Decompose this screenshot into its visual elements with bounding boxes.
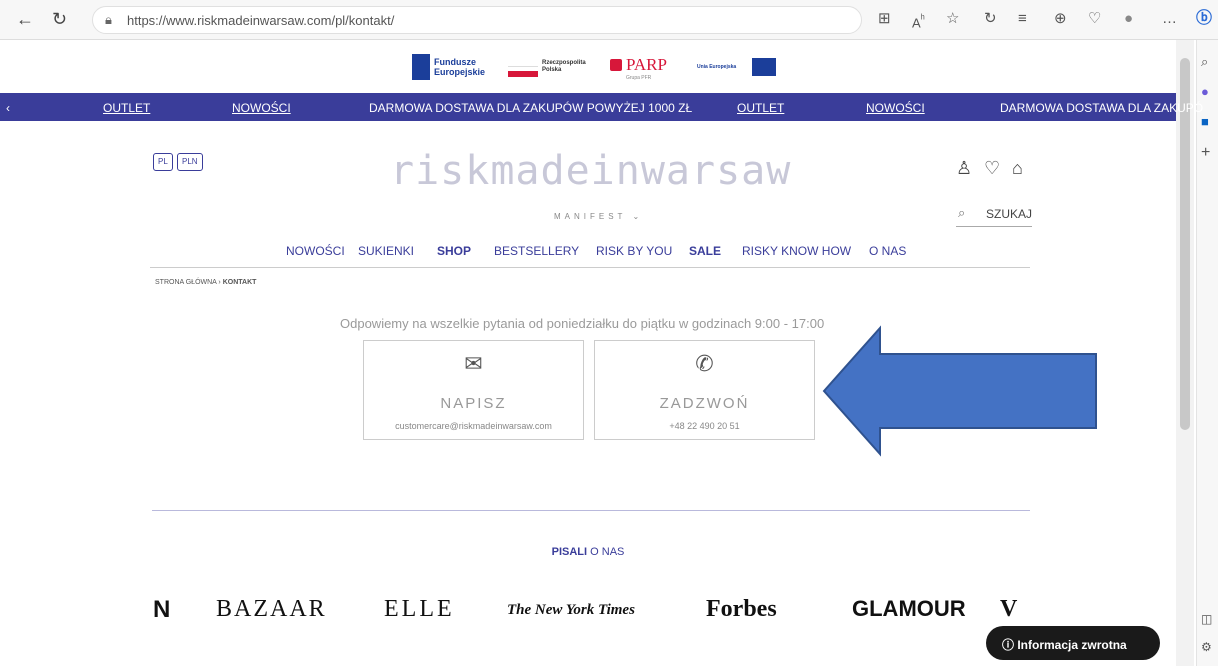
email-card-title: NAPISZ <box>440 395 507 412</box>
nav-item-nowosci[interactable]: NOWOŚCI <box>286 244 345 258</box>
promo-link-outlet[interactable]: OUTLET <box>103 101 150 115</box>
phone-number[interactable]: +48 22 490 20 51 <box>595 421 814 431</box>
chevron-down-icon: ⌄ <box>626 212 644 221</box>
collections-icon[interactable]: ⊕ <box>1054 11 1067 27</box>
cart-bag-icon[interactable]: ⌂ <box>1012 158 1023 179</box>
promo-link-outlet-2[interactable]: OUTLET <box>737 101 784 115</box>
press-heading: PISALI O NAS <box>0 546 1176 558</box>
main-navigation: NOWOŚCI SUKIENKI SHOP BESTSELLERY RISK B… <box>150 244 1030 268</box>
performance-icon[interactable]: ♡ <box>1088 11 1101 27</box>
fundusze-label: Fundusze Europejskie <box>434 57 486 77</box>
search-field[interactable]: ⌕ SZUKAJ <box>956 205 1032 227</box>
envelope-icon: ✉ <box>464 351 483 376</box>
favorites-list-icon[interactable]: ≡ <box>1018 11 1027 27</box>
extensions-icon[interactable]: ↻ <box>984 11 997 27</box>
press-heading-bold: PISALI <box>551 546 588 558</box>
nav-item-sukienki[interactable]: SUKIENKI <box>358 244 414 258</box>
nav-item-risk-by-you[interactable]: RISK BY YOU <box>596 244 672 258</box>
promo-ticker: ‹ OUTLET NOWOŚCI DARMOWA DOSTAWA DLA ZAK… <box>0 93 1203 121</box>
promo-link-nowosci-2[interactable]: NOWOŚCI <box>866 101 925 115</box>
site-logo[interactable]: riskmadeinwarsaw <box>390 148 791 194</box>
search-icon: ⌕ <box>958 205 966 220</box>
email-contact-card[interactable]: ✉ NAPISZ customercare@riskmadeinwarsaw.c… <box>363 340 584 440</box>
press-logo-nyt: The New York Times <box>507 602 635 618</box>
promo-free-shipping-2: DARMOWA DOSTAWA DLA ZAKUPÓ <box>1000 101 1204 115</box>
breadcrumb: STRONA GŁÓWNA › KONTAKT <box>155 279 256 286</box>
feedback-label: Informacja zwrotna <box>1017 638 1127 652</box>
manifest-label: MANIFEST <box>554 212 627 221</box>
phone-card-title: ZADZWOŃ <box>659 395 750 412</box>
press-logo-glamour: GLAMOUR <box>852 596 966 621</box>
parp-sub-label: Grupa PFR <box>626 75 652 81</box>
outlook-icon[interactable]: ■ <box>1201 114 1209 129</box>
refresh-icon[interactable]: ↻ <box>52 10 67 28</box>
phone-icon: ✆ <box>695 351 714 376</box>
url-text: https://www.riskmadeinwarsaw.com/pl/kont… <box>127 13 395 28</box>
funding-logos-bar: Fundusze Europejskie Rzeczpospolita Pols… <box>0 40 1176 92</box>
nav-item-risky-know-how[interactable]: RISKY KNOW HOW <box>742 244 851 258</box>
rzeczpospolita-label: Rzeczpospolita Polska <box>542 60 586 73</box>
currency-selector[interactable]: PLN <box>177 153 203 171</box>
search-label: SZUKAJ <box>986 207 1033 221</box>
press-logo-partial-right: V <box>1000 596 1018 622</box>
back-icon[interactable]: ← <box>16 10 34 28</box>
favorite-star-icon[interactable]: ☆ <box>946 11 959 27</box>
nav-item-bestsellery[interactable]: BESTSELLERY <box>494 244 579 258</box>
press-logo-forbes: Forbes <box>706 596 777 622</box>
breadcrumb-home[interactable]: STRONA GŁÓWNA <box>155 279 216 286</box>
address-bar[interactable]: 🔒︎ https://www.riskmadeinwarsaw.com/pl/k… <box>92 6 862 34</box>
unia-label: Unia Europejska <box>697 64 737 70</box>
press-heading-rest: O NAS <box>590 546 625 558</box>
wishlist-heart-icon[interactable]: ♡ <box>984 158 1000 179</box>
add-icon[interactable]: + <box>1201 144 1210 162</box>
press-logo-elle: ELLE <box>384 596 455 622</box>
lock-icon: 🔒︎ <box>105 12 112 27</box>
press-logo-partial: N <box>153 596 171 623</box>
account-icon[interactable]: ♙ <box>956 158 972 179</box>
email-address[interactable]: customercare@riskmadeinwarsaw.com <box>364 421 583 431</box>
read-aloud-icon[interactable]: Aʰ <box>912 11 925 31</box>
eu-flag-icon <box>752 58 776 76</box>
search-icon[interactable]: ⌕ <box>1201 54 1208 70</box>
phone-contact-card[interactable]: ✆ ZADZWOŃ +48 22 490 20 51 <box>594 340 815 440</box>
copilot-icon[interactable]: ● <box>1201 84 1209 99</box>
annotation-arrow <box>822 325 1097 457</box>
language-selector[interactable]: PL <box>153 153 173 171</box>
parp-logo-icon <box>610 59 622 71</box>
annotation-arrow-shape <box>822 325 1097 457</box>
browser-sidebar: ⌕ ● ■ + ◫ ⚙ <box>1196 40 1218 666</box>
browser-toolbar: ← ↻ 🔒︎ https://www.riskmadeinwarsaw.com/… <box>0 0 1218 40</box>
nav-item-shop[interactable]: SHOP <box>437 244 471 258</box>
parp-label: PARP <box>626 55 667 74</box>
more-menu-icon[interactable]: … <box>1162 11 1177 27</box>
help-circle-icon: ⓘ <box>1002 638 1018 652</box>
apps-icon[interactable]: ⊞ <box>878 11 891 27</box>
profile-avatar[interactable]: ● <box>1124 11 1133 27</box>
section-divider <box>152 510 1030 511</box>
bing-chat-icon[interactable]: ⓑ <box>1196 11 1212 27</box>
press-logo-bazaar: BAZAAR <box>216 596 327 622</box>
scrollbar[interactable] <box>1176 40 1194 666</box>
settings-gear-icon[interactable]: ⚙ <box>1201 640 1212 654</box>
poland-flag-red <box>508 71 538 77</box>
manifest-link[interactable]: MANIFEST ⌄ <box>554 212 643 221</box>
feedback-button[interactable]: ⓘ Informacja zwrotna <box>986 626 1160 660</box>
contact-hours-text: Odpowiemy na wszelkie pytania od poniedz… <box>340 316 825 331</box>
promo-free-shipping: DARMOWA DOSTAWA DLA ZAKUPÓW POWYŻEJ 1000… <box>369 101 693 115</box>
nav-item-o-nas[interactable]: O NAS <box>869 244 906 258</box>
ticker-fragment: ‹ <box>6 101 10 115</box>
breadcrumb-current: KONTAKT <box>222 279 257 286</box>
fundusze-logo-icon <box>412 54 430 80</box>
promo-link-nowosci[interactable]: NOWOŚCI <box>232 101 291 115</box>
nav-item-sale[interactable]: SALE <box>689 244 721 258</box>
sidebar-toggle-icon[interactable]: ◫ <box>1201 612 1212 626</box>
